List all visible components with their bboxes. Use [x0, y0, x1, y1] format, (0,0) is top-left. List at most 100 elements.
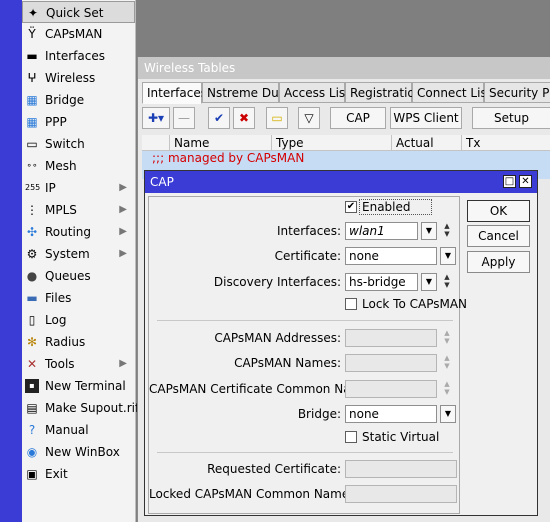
sidebar-item-label: Mesh [45, 159, 77, 173]
sidebar-item-new-winbox[interactable]: ◉ New WinBox [22, 441, 135, 463]
tab-registration[interactable]: Registration [345, 82, 422, 103]
add-button[interactable]: ✚▾ [142, 107, 170, 129]
mesh-icon: ∘∘ [26, 161, 38, 171]
sidebar-item-label: Routing [45, 225, 92, 239]
interfaces-label: Interfaces: [276, 224, 341, 238]
bridge-value: none [349, 407, 379, 421]
dropdown-icon: ▼ [425, 277, 433, 286]
interfaces-add-remove[interactable]: ▲ ▼ [441, 222, 453, 240]
sidebar-item-ppp[interactable]: ▦ PPP [22, 111, 135, 133]
capsman-names-add-remove[interactable]: ▲ ▼ [441, 354, 453, 372]
sidebar-item-files[interactable]: ▬ Files [22, 287, 135, 309]
enable-button[interactable]: ✔ [208, 107, 230, 129]
tab-security-profiles[interactable]: Security Profi [484, 82, 550, 103]
column-header-tx[interactable]: Tx [462, 135, 550, 151]
maximize-button[interactable]: □ [503, 175, 516, 188]
column-header-actual-mtu[interactable]: Actual MTU [392, 135, 462, 166]
terminal-icon: ▪ [25, 379, 39, 393]
sidebar-item-exit[interactable]: ▣ Exit [22, 463, 135, 485]
bridge-icon: ▦ [26, 93, 38, 107]
cross-icon: ✖ [238, 111, 250, 125]
disable-button[interactable]: ✖ [233, 107, 255, 129]
submenu-arrow-icon: ▶ [119, 204, 127, 215]
sidebar-item-manual[interactable]: ? Manual [22, 419, 135, 441]
apply-button[interactable]: Apply [467, 251, 530, 273]
comment-button[interactable]: ▭ [266, 107, 288, 129]
column-header-flags[interactable] [142, 135, 170, 151]
sidebar-item-capsman[interactable]: Ÿ CAPsMAN [22, 23, 135, 45]
sidebar-item-new-terminal[interactable]: ▪ New Terminal [22, 375, 135, 397]
up-down-icon: ▲ ▼ [444, 354, 450, 370]
sidebar-item-routing[interactable]: ✣ Routing ▶ [22, 221, 135, 243]
up-down-icon: ▲ ▼ [444, 222, 450, 238]
sidebar-item-ip[interactable]: 255 IP ▶ [22, 177, 135, 199]
close-button[interactable]: ✕ [519, 175, 532, 188]
sidebar-item-quick-set[interactable]: ✦ Quick Set [22, 1, 135, 23]
sidebar-item-make-supout[interactable]: ▤ Make Supout.rif [22, 397, 139, 419]
cancel-button[interactable]: Cancel [467, 225, 530, 247]
sidebar-item-label: Log [45, 313, 67, 327]
interfaces-dropdown-button[interactable]: ▼ [421, 222, 437, 240]
certificate-dropdown-button[interactable]: ▼ [440, 247, 456, 265]
certificate-value: none [349, 249, 379, 263]
interfaces-field[interactable]: wlan1 [345, 222, 418, 240]
sidebar-item-radius[interactable]: ✻ Radius [22, 331, 135, 353]
capsman-addresses-field[interactable] [345, 329, 437, 347]
mpls-icon: ⋮ [26, 203, 38, 217]
submenu-arrow-icon: ▶ [119, 358, 127, 369]
table-row[interactable]: ;;; managed by CAPsMAN [142, 151, 550, 165]
discovery-add-remove[interactable]: ▲ ▼ [441, 273, 453, 291]
sidebar-item-label: MPLS [45, 203, 77, 217]
capsman-addresses-add-remove[interactable]: ▲ ▼ [441, 329, 453, 347]
certificate-field[interactable]: none [345, 247, 437, 265]
routing-icon: ✣ [26, 225, 38, 239]
sidebar-item-system[interactable]: ⚙ System ▶ [22, 243, 135, 265]
interfaces-icon: ▬ [26, 49, 38, 63]
separator [157, 320, 453, 321]
column-header-name[interactable]: Name [170, 135, 272, 151]
tab-interfaces[interactable]: Interfaces [142, 82, 207, 104]
sidebar-item-mpls[interactable]: ⋮ MPLS ▶ [22, 199, 135, 221]
static-virtual-checkbox[interactable] [345, 431, 357, 443]
ip-icon: 255 [25, 183, 41, 192]
bridge-field[interactable]: none [345, 405, 437, 423]
remove-button[interactable]: — [173, 107, 195, 129]
setup-repeater-button[interactable]: Setup Repeater [472, 107, 550, 129]
capsman-cert-common-names-add-remove[interactable]: ▲ ▼ [441, 380, 453, 398]
column-header-type[interactable]: Type [272, 135, 392, 151]
enabled-checkbox[interactable]: ✔ [345, 201, 357, 213]
sidebar-item-mesh[interactable]: ∘∘ Mesh [22, 155, 135, 177]
wps-client-button[interactable]: WPS Client [390, 107, 462, 129]
sidebar-item-log[interactable]: ▯ Log [22, 309, 135, 331]
capsman-cert-common-names-field[interactable] [345, 380, 437, 398]
close-icon: ✕ [521, 176, 530, 187]
capsman-names-field[interactable] [345, 354, 437, 372]
sidebar-item-switch[interactable]: ▭ Switch [22, 133, 135, 155]
sidebar-item-bridge[interactable]: ▦ Bridge [22, 89, 135, 111]
ppp-icon: ▦ [26, 115, 38, 129]
tab-access-list[interactable]: Access List [279, 82, 350, 103]
tab-nstreme-dual[interactable]: Nstreme Dual [202, 82, 289, 103]
sidebar-item-queues[interactable]: ● Queues [22, 265, 135, 287]
winbox-icon: ◉ [26, 445, 38, 459]
cap-dialog: CAP □ ✕ ✔ Enabled Interfaces: wlan1 ▼ ▲ ▼… [144, 170, 538, 516]
wand-icon: ✦ [27, 6, 39, 20]
lock-to-capsman-checkbox[interactable] [345, 298, 357, 310]
discovery-dropdown-button[interactable]: ▼ [421, 273, 437, 291]
sidebar-item-tools[interactable]: ✕ Tools ▶ [22, 353, 135, 375]
discovery-interfaces-field[interactable]: hs-bridge [345, 273, 418, 291]
sidebar-item-label: Radius [45, 335, 86, 349]
bridge-dropdown-button[interactable]: ▼ [440, 405, 456, 423]
sidebar-item-label: Files [45, 291, 72, 305]
check-icon: ✔ [213, 111, 225, 125]
log-icon: ▯ [28, 313, 36, 327]
dropdown-icon: ▼ [425, 226, 433, 235]
window-title: Wireless Tables [138, 57, 550, 79]
main-menu-sidebar: ✦ Quick Set Ÿ CAPsMAN ▬ Interfaces ⵖ Wireles… [22, 0, 139, 522]
filter-button[interactable]: ▽ [298, 107, 320, 129]
sidebar-item-wireless[interactable]: ⵖ Wireless [22, 67, 135, 89]
cap-button[interactable]: CAP [330, 107, 386, 129]
tab-connect-list[interactable]: Connect List [412, 82, 491, 103]
ok-button[interactable]: OK [467, 200, 530, 222]
sidebar-item-interfaces[interactable]: ▬ Interfaces [22, 45, 135, 67]
